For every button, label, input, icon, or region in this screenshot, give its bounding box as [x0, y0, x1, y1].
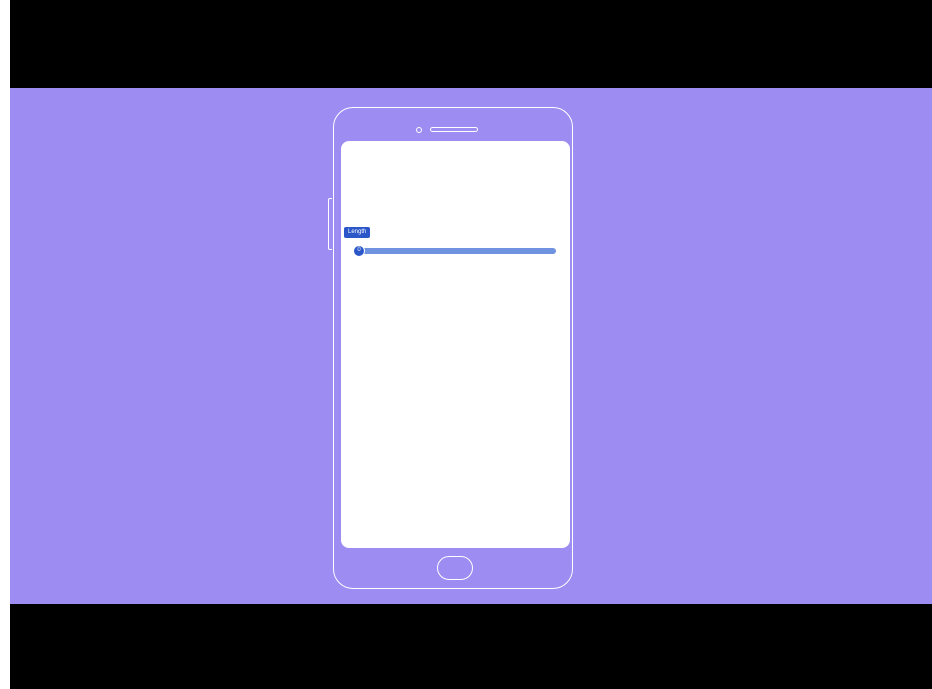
home-button-icon[interactable] [437, 556, 473, 580]
phone-screen: Length 0 [341, 141, 570, 548]
slider-value-label: Length [344, 227, 371, 238]
letterbox-top [10, 0, 932, 88]
speaker-icon [430, 127, 478, 132]
video-stage: Length 0 [10, 88, 932, 604]
slider-thumb[interactable]: 0 [353, 245, 365, 257]
slider-track[interactable] [356, 248, 556, 254]
left-edge-strip [0, 0, 10, 689]
front-camera-icon [416, 127, 422, 133]
letterbox-bottom [10, 604, 932, 689]
side-button-icon [328, 198, 332, 250]
phone-outline: Length 0 [328, 107, 573, 589]
